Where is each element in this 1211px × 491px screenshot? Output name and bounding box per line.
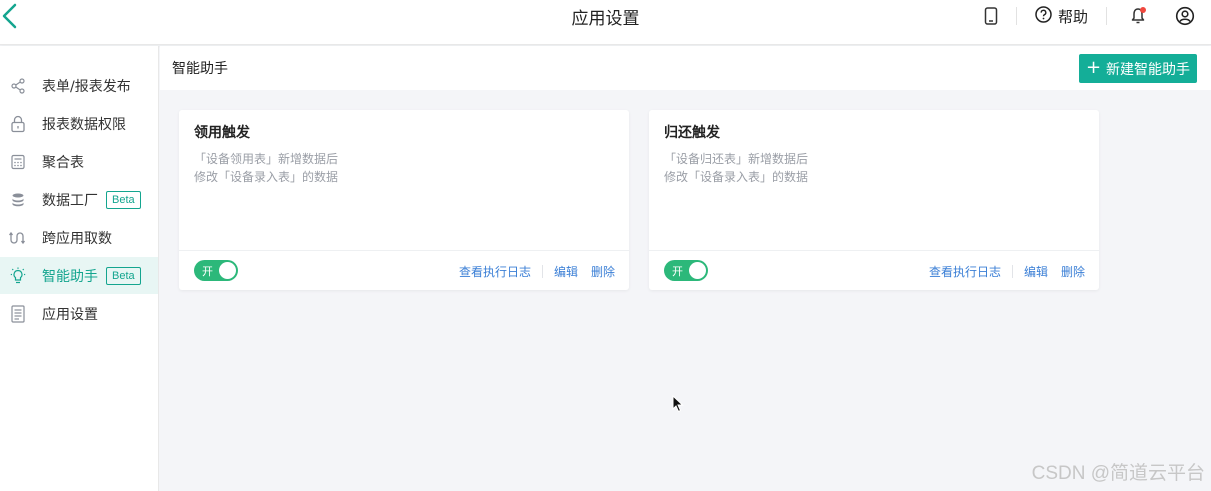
sidebar: 表单/报表发布 报表数据权限 聚合表 数据工厂 Beta 跨应用取数 智能助手 … [0, 46, 159, 491]
toggle-label: 开 [202, 265, 213, 278]
card-title: 领用触发 [194, 125, 250, 141]
new-assistant-label: 新建智能助手 [1106, 61, 1191, 78]
sidebar-item-label: 数据工厂 [42, 192, 98, 209]
mobile-icon[interactable] [984, 7, 998, 25]
card-footer: 开 查看执行日志 编辑 删除 [179, 250, 629, 290]
sidebar-item-label: 聚合表 [42, 154, 84, 171]
edit-link[interactable]: 编辑 [1024, 263, 1048, 280]
sidebar-item-label: 智能助手 [42, 268, 98, 285]
beta-badge: Beta [106, 190, 141, 209]
sidebar-item-app-settings[interactable]: 应用设置 [0, 295, 158, 332]
cross-app-icon [9, 229, 27, 247]
sidebar-item-data-factory[interactable]: 数据工厂 Beta [0, 181, 158, 218]
sidebar-item-label: 应用设置 [42, 306, 98, 323]
card-actions: 查看执行日志 编辑 删除 [459, 263, 615, 280]
content-header: 智能助手 + 新建智能助手 [160, 46, 1211, 90]
enable-toggle[interactable]: 开 [664, 260, 708, 281]
help-circle-icon [1035, 5, 1052, 27]
top-bar: 应用设置 帮助 [0, 0, 1211, 45]
divider [1106, 7, 1107, 25]
plus-icon: + [1085, 57, 1102, 78]
sidebar-item-report-permission[interactable]: 报表数据权限 [0, 105, 158, 142]
card-title: 归还触发 [664, 125, 720, 141]
calculator-icon [9, 153, 27, 171]
card-footer: 开 查看执行日志 编辑 删除 [649, 250, 1099, 290]
sidebar-item-publish[interactable]: 表单/报表发布 [0, 67, 158, 104]
card-description: 「设备领用表」新增数据后 修改「设备录入表」的数据 [194, 150, 338, 186]
document-icon [9, 304, 27, 323]
share-icon [9, 77, 27, 95]
assistant-card: 领用触发 「设备领用表」新增数据后 修改「设备录入表」的数据 开 查看执行日志 … [179, 110, 629, 290]
divider [1011, 265, 1013, 278]
sidebar-item-label: 跨应用取数 [42, 230, 112, 247]
section-title: 智能助手 [172, 61, 228, 77]
help-button[interactable]: 帮助 [1035, 5, 1088, 27]
user-circle-icon[interactable] [1175, 6, 1195, 26]
edit-link[interactable]: 编辑 [554, 263, 578, 280]
notification-dot [1140, 7, 1146, 13]
delete-link[interactable]: 删除 [591, 263, 615, 280]
toggle-knob [219, 262, 236, 279]
card-actions: 查看执行日志 编辑 删除 [929, 263, 1085, 280]
watermark: CSDN @简道云平台 [1031, 463, 1205, 484]
sidebar-item-label: 报表数据权限 [42, 116, 126, 133]
sidebar-item-smart-assistant[interactable]: 智能助手 Beta [0, 257, 158, 294]
card-description: 「设备归还表」新增数据后 修改「设备录入表」的数据 [664, 150, 808, 186]
view-log-link[interactable]: 查看执行日志 [929, 263, 1001, 280]
sidebar-item-label: 表单/报表发布 [42, 78, 131, 95]
view-log-link[interactable]: 查看执行日志 [459, 263, 531, 280]
mouse-cursor-icon [672, 394, 684, 417]
delete-link[interactable]: 删除 [1061, 263, 1085, 280]
card-description-line: 修改「设备录入表」的数据 [664, 170, 809, 184]
sidebar-item-aggregate-table[interactable]: 聚合表 [0, 143, 158, 180]
card-description-line: 「设备归还表」新增数据后 [664, 152, 809, 166]
enable-toggle[interactable]: 开 [194, 260, 238, 281]
lightbulb-icon [9, 267, 27, 285]
lock-icon [9, 115, 27, 133]
new-assistant-button[interactable]: + 新建智能助手 [1079, 54, 1197, 83]
toggle-knob [689, 262, 706, 279]
help-label: 帮助 [1057, 7, 1088, 26]
card-description-line: 「设备领用表」新增数据后 [194, 152, 339, 166]
card-description-line: 修改「设备录入表」的数据 [194, 170, 339, 184]
assistant-card: 归还触发 「设备归还表」新增数据后 修改「设备录入表」的数据 开 查看执行日志 … [649, 110, 1099, 290]
beta-badge: Beta [106, 266, 141, 285]
database-icon [9, 191, 27, 209]
divider [1015, 7, 1017, 25]
top-actions: 帮助 [984, 0, 1211, 32]
bell-icon[interactable] [1131, 7, 1146, 25]
toggle-label: 开 [672, 265, 683, 278]
divider [541, 265, 543, 278]
sidebar-item-cross-app[interactable]: 跨应用取数 [0, 219, 158, 256]
